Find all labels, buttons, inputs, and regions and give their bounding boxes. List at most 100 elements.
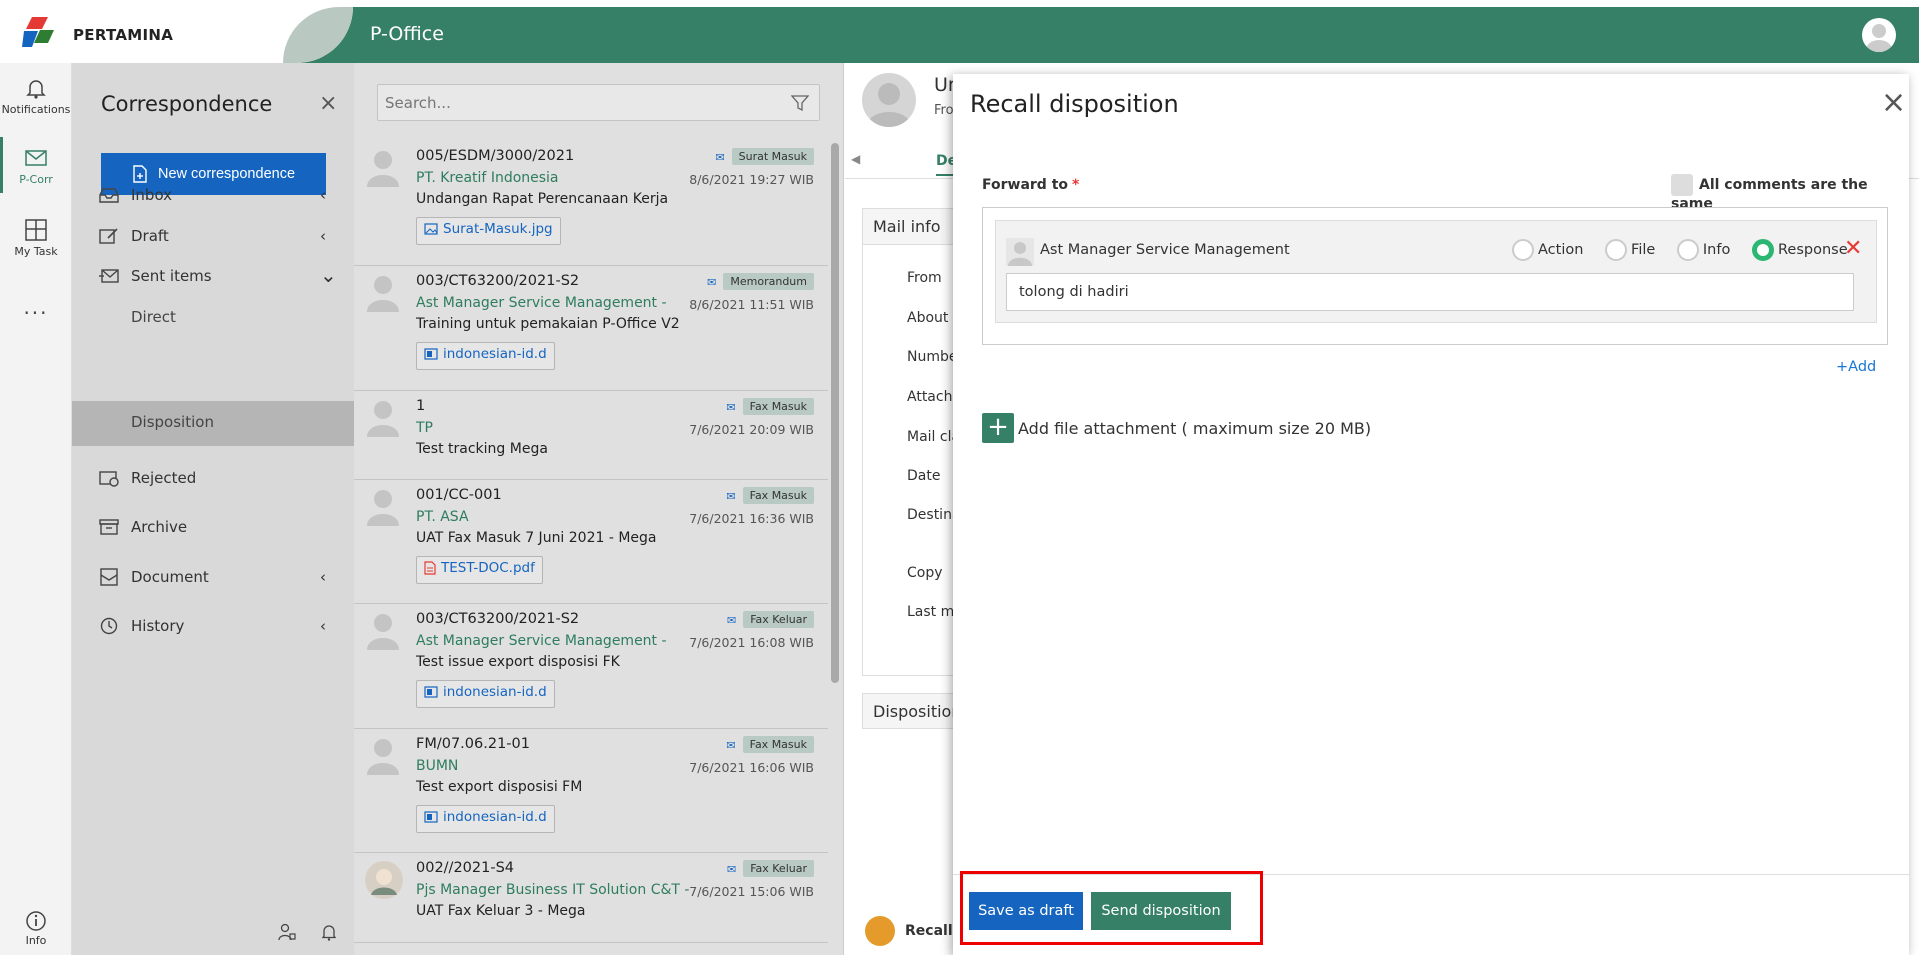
add-attachment-label: Add file attachment ( maximum size 20 MB… xyxy=(1018,418,1372,438)
mail-item[interactable]: 003/CT63200/2021-S2 ✉ Fax Keluar Ast Mana… xyxy=(354,604,828,729)
mail-date: 7/6/2021 20:09 WIB xyxy=(689,422,814,437)
mail-badge: ✉ Fax Keluar xyxy=(727,611,814,628)
sidebar-item-inbox[interactable]: Inbox ‹ xyxy=(72,176,354,216)
scrollbar-thumb[interactable] xyxy=(831,143,839,683)
inbox-icon xyxy=(99,188,119,203)
mail-info-label: About xyxy=(907,310,949,326)
attachment-chip[interactable]: TEST-DOC.pdf xyxy=(416,556,543,584)
avatar-placeholder-icon xyxy=(367,490,399,526)
recall-action[interactable]: Recall c xyxy=(865,916,966,946)
mail-type-badge: Fax Keluar xyxy=(743,611,814,628)
mail-sender: Ast Manager Service Management - xyxy=(416,633,667,649)
envelope-icon: ✉ xyxy=(726,738,736,752)
add-recipient-link[interactable]: +Add xyxy=(1836,359,1876,375)
user-avatar[interactable] xyxy=(1862,18,1896,52)
attachment-name: indonesian-id.d xyxy=(443,346,547,362)
sidebar-item-draft[interactable]: Draft ‹ xyxy=(72,217,354,257)
mail-badge: ✉ Fax Keluar xyxy=(727,860,814,877)
nav-notifications[interactable]: Notifications xyxy=(0,63,72,123)
close-icon[interactable]: × xyxy=(1881,88,1906,118)
app-title: P-Office xyxy=(370,23,444,45)
radio-label: Info xyxy=(1702,242,1731,258)
plus-icon[interactable]: + xyxy=(982,413,1014,443)
avatar-placeholder-icon xyxy=(367,276,399,312)
mail-type-badge: Memorandum xyxy=(723,273,814,290)
attachment-name: Surat-Masuk.jpg xyxy=(443,221,553,237)
mail-number: 1 xyxy=(416,398,426,414)
mail-subject: Test tracking Mega xyxy=(416,441,548,457)
filter-icon[interactable] xyxy=(791,94,809,112)
save-as-draft-button[interactable]: Save as draft xyxy=(969,892,1083,930)
tab-scroll-left-icon[interactable]: ◀ xyxy=(851,152,860,166)
checkbox-box[interactable] xyxy=(1671,174,1693,196)
radio-info[interactable]: Info xyxy=(1676,239,1731,261)
sidebar-item-archive[interactable]: Archive xyxy=(72,508,354,548)
sidebar-item-rejected[interactable]: Rejected xyxy=(72,459,354,499)
chevron-down-icon: ⌄ xyxy=(320,263,337,287)
mail-item[interactable]: 003/CT63200/2021-S2 ✉ Memorandum Ast Mana… xyxy=(354,266,828,391)
mail-item[interactable]: 005/ESDM/3000/2021 ✉ Surat Masuk PT. Krea… xyxy=(354,141,828,266)
sidebar-item-label: Draft xyxy=(131,227,169,245)
mail-info-label: Date xyxy=(907,468,941,484)
mail-sender: BUMN xyxy=(416,758,459,774)
radio-label: File xyxy=(1631,242,1656,258)
search-input[interactable] xyxy=(378,85,778,120)
radio-dot[interactable] xyxy=(1605,239,1628,261)
avatar-placeholder-icon xyxy=(367,739,399,775)
radio-action[interactable]: Action xyxy=(1512,239,1583,261)
sidebar-item-history[interactable]: History ‹ xyxy=(72,607,354,647)
attachment-chip[interactable]: Surat-Masuk.jpg xyxy=(416,217,561,245)
nav-info[interactable]: Info xyxy=(0,910,72,947)
bell-icon[interactable] xyxy=(320,923,338,941)
archive-icon xyxy=(99,519,119,535)
mail-badge: ✉ Surat Masuk xyxy=(715,148,814,165)
mail-item[interactable]: 002//2021-S4 ✉ Fax Keluar Pjs Manager Bus… xyxy=(354,853,828,943)
bell-icon xyxy=(26,80,46,99)
app-header: PERTAMINA P-Office xyxy=(0,7,1919,63)
chevron-left-icon: ‹ xyxy=(320,617,326,635)
mail-subject: UAT Fax Keluar 3 - Mega xyxy=(416,903,586,919)
send-disposition-button[interactable]: Send disposition xyxy=(1091,892,1231,930)
radio-response[interactable]: Response xyxy=(1751,239,1848,261)
radio-dot[interactable] xyxy=(1676,239,1699,261)
radio-dot[interactable] xyxy=(1751,239,1774,261)
sidebar-item-label: Document xyxy=(131,568,209,586)
radio-label: Response xyxy=(1777,242,1848,258)
mail-badge: ✉ Fax Masuk xyxy=(726,736,814,753)
sidebar-close-icon[interactable]: × xyxy=(319,91,337,116)
sidebar-item-sent[interactable]: Sent items ⌄ xyxy=(72,257,354,297)
mail-sender: Ast Manager Service Management - xyxy=(416,295,667,311)
mail-subject: Test export disposisi FM xyxy=(416,779,583,795)
sidebar-subitem-disposition[interactable]: Disposition xyxy=(72,401,354,446)
mail-item[interactable]: FM/07.06.21-01 ✉ Fax Masuk BUMN 7/6/2021 … xyxy=(354,729,828,853)
avatar-placeholder-icon xyxy=(367,401,399,437)
add-attachment-button[interactable]: + Add file attachment ( maximum size 20 M… xyxy=(982,413,1371,443)
nav-mytask[interactable]: My Task xyxy=(0,205,72,265)
sidebar-subitem-direct[interactable]: Direct xyxy=(72,296,354,340)
nav-info-label: Info xyxy=(25,934,47,947)
draft-icon xyxy=(99,228,118,244)
mail-type-badge: Surat Masuk xyxy=(731,148,814,165)
remove-recipient-icon[interactable]: ✕ xyxy=(1844,236,1862,261)
mail-item[interactable]: 001/CC-001 ✉ Fax Masuk PT. ASA 7/6/2021 1… xyxy=(354,480,828,604)
radio-file[interactable]: File xyxy=(1605,239,1655,261)
avatar-photo xyxy=(365,861,403,899)
attachment-chip[interactable]: indonesian-id.d xyxy=(416,342,555,370)
mail-item[interactable]: 1 ✉ Fax Masuk TP 7/6/2021 20:09 WIB Test … xyxy=(354,391,828,480)
user-settings-icon[interactable] xyxy=(278,923,296,941)
chevron-left-icon: ‹ xyxy=(320,227,326,245)
attachment-chip[interactable]: indonesian-id.d xyxy=(416,805,555,833)
mail-sender: Pjs Manager Business IT Solution C&T - xyxy=(416,882,690,898)
pdf-file-icon xyxy=(424,561,436,575)
radio-dot[interactable] xyxy=(1512,239,1534,261)
comment-input[interactable] xyxy=(1006,273,1854,311)
mail-subject: Test issue export disposisi FK xyxy=(416,654,620,670)
nav-pcorr[interactable]: P-Corr xyxy=(0,133,72,193)
attachment-chip[interactable]: indonesian-id.d xyxy=(416,680,555,708)
mail-badge: ✉ Fax Masuk xyxy=(726,398,814,415)
sidebar-item-label: Sent items xyxy=(131,267,212,285)
sidebar-item-document[interactable]: Document ‹ xyxy=(72,558,354,598)
user-icon xyxy=(1866,24,1892,52)
more-dots[interactable]: ... xyxy=(0,295,72,319)
avatar-placeholder-icon xyxy=(367,614,399,650)
